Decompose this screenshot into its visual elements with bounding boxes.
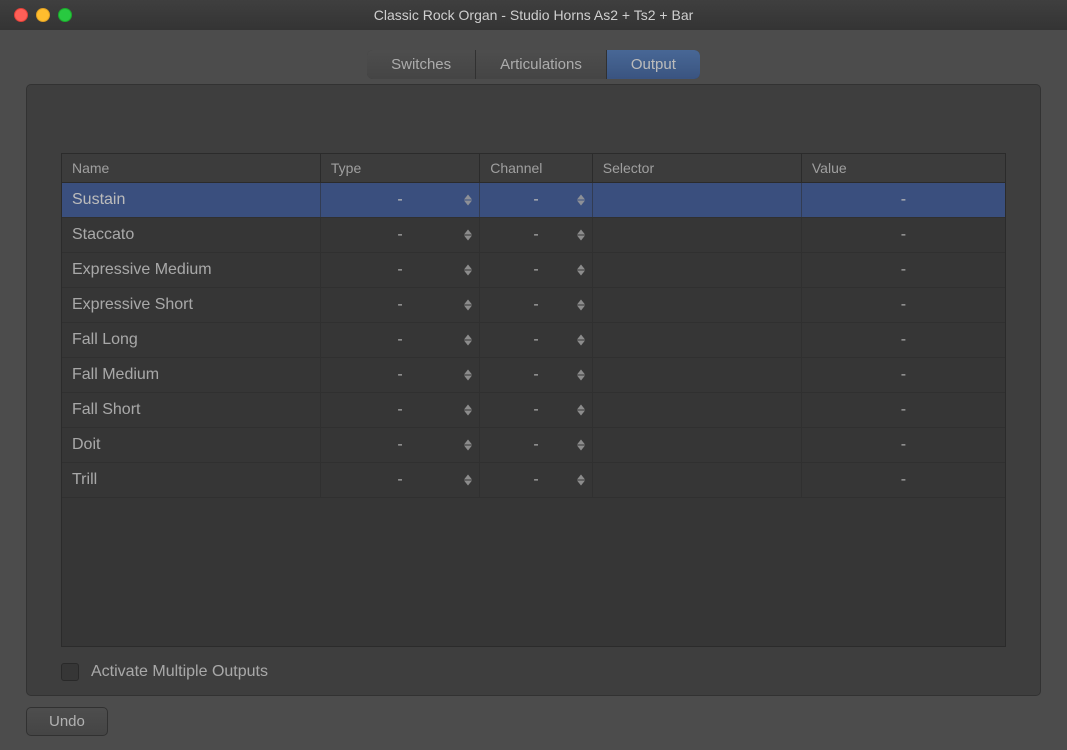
table-row[interactable]: Expressive Short--- — [62, 288, 1005, 323]
column-value[interactable]: Value — [802, 154, 1005, 182]
table-row[interactable]: Doit--- — [62, 428, 1005, 463]
column-selector[interactable]: Selector — [593, 154, 802, 182]
cell-type-popup[interactable]: - — [321, 393, 480, 427]
stepper-icon[interactable] — [463, 370, 473, 381]
output-panel: Name Type Channel Selector Value Sustain… — [26, 84, 1041, 696]
output-table: Name Type Channel Selector Value Sustain… — [61, 153, 1006, 647]
cell-channel-popup[interactable]: - — [480, 428, 593, 462]
cell-type-popup[interactable]: - — [321, 218, 480, 252]
cell-selector[interactable] — [593, 393, 802, 427]
column-name[interactable]: Name — [62, 154, 321, 182]
cell-channel-popup[interactable]: - — [480, 323, 593, 357]
table-row[interactable]: Fall Long--- — [62, 323, 1005, 358]
table-row[interactable]: Fall Short--- — [62, 393, 1005, 428]
cell-name[interactable]: Fall Short — [62, 393, 321, 427]
cell-type-popup[interactable]: - — [321, 463, 480, 497]
stepper-icon[interactable] — [576, 335, 586, 346]
cell-channel-popup[interactable]: - — [480, 253, 593, 287]
table-row[interactable]: Staccato--- — [62, 218, 1005, 253]
stepper-icon[interactable] — [576, 475, 586, 486]
zoom-icon[interactable] — [58, 8, 72, 22]
cell-channel-popup[interactable]: - — [480, 288, 593, 322]
cell-channel-popup[interactable]: - — [480, 393, 593, 427]
stepper-icon[interactable] — [463, 230, 473, 241]
cell-type-popup[interactable]: - — [321, 323, 480, 357]
tab-switches[interactable]: Switches — [367, 50, 476, 79]
stepper-icon[interactable] — [576, 370, 586, 381]
cell-name[interactable]: Staccato — [62, 218, 321, 252]
cell-type-popup[interactable]: - — [321, 288, 480, 322]
tab-articulations[interactable]: Articulations — [476, 50, 607, 79]
cell-value[interactable]: - — [802, 428, 1005, 462]
cell-value[interactable]: - — [802, 323, 1005, 357]
cell-selector[interactable] — [593, 358, 802, 392]
cell-selector[interactable] — [593, 183, 802, 217]
table-row[interactable]: Trill--- — [62, 463, 1005, 498]
cell-value[interactable]: - — [802, 463, 1005, 497]
cell-type-popup[interactable]: - — [321, 253, 480, 287]
cell-name[interactable]: Fall Long — [62, 323, 321, 357]
cell-selector[interactable] — [593, 428, 802, 462]
cell-type-popup[interactable]: - — [321, 183, 480, 217]
cell-type-popup[interactable]: - — [321, 358, 480, 392]
cell-name[interactable]: Expressive Medium — [62, 253, 321, 287]
activate-multiple-outputs-label: Activate Multiple Outputs — [91, 663, 268, 681]
cell-selector[interactable] — [593, 323, 802, 357]
close-icon[interactable] — [14, 8, 28, 22]
stepper-icon[interactable] — [576, 195, 586, 206]
cell-channel-popup[interactable]: - — [480, 358, 593, 392]
cell-value[interactable]: - — [802, 358, 1005, 392]
stepper-icon[interactable] — [576, 405, 586, 416]
cell-selector[interactable] — [593, 288, 802, 322]
stepper-icon[interactable] — [463, 195, 473, 206]
cell-channel-popup[interactable]: - — [480, 183, 593, 217]
cell-value[interactable]: - — [802, 218, 1005, 252]
column-channel[interactable]: Channel — [480, 154, 593, 182]
table-row[interactable]: Fall Medium--- — [62, 358, 1005, 393]
stepper-icon[interactable] — [576, 230, 586, 241]
stepper-icon[interactable] — [576, 440, 586, 451]
traffic-lights — [0, 8, 72, 22]
tab-output[interactable]: Output — [607, 50, 700, 79]
minimize-icon[interactable] — [36, 8, 50, 22]
cell-name[interactable]: Fall Medium — [62, 358, 321, 392]
app-window: Classic Rock Organ - Studio Horns As2 + … — [0, 0, 1067, 750]
cell-selector[interactable] — [593, 463, 802, 497]
stepper-icon[interactable] — [463, 475, 473, 486]
table-header: Name Type Channel Selector Value — [62, 154, 1005, 183]
cell-type-popup[interactable]: - — [321, 428, 480, 462]
stepper-icon[interactable] — [463, 405, 473, 416]
cell-name[interactable]: Doit — [62, 428, 321, 462]
activate-multiple-outputs-checkbox[interactable] — [61, 663, 79, 681]
cell-channel-popup[interactable]: - — [480, 218, 593, 252]
stepper-icon[interactable] — [463, 440, 473, 451]
stepper-icon[interactable] — [463, 265, 473, 276]
cell-name[interactable]: Sustain — [62, 183, 321, 217]
stepper-icon[interactable] — [576, 300, 586, 311]
tab-bar: Switches Articulations Output — [0, 50, 1067, 79]
cell-selector[interactable] — [593, 218, 802, 252]
cell-channel-popup[interactable]: - — [480, 463, 593, 497]
cell-value[interactable]: - — [802, 288, 1005, 322]
activate-multiple-outputs-row: Activate Multiple Outputs — [61, 663, 1006, 681]
table-row[interactable]: Sustain--- — [62, 183, 1005, 218]
cell-name[interactable]: Trill — [62, 463, 321, 497]
undo-button[interactable]: Undo — [26, 707, 108, 736]
stepper-icon[interactable] — [576, 265, 586, 276]
stepper-icon[interactable] — [463, 300, 473, 311]
cell-value[interactable]: - — [802, 393, 1005, 427]
table-body: Sustain---Staccato---Expressive Medium--… — [62, 183, 1005, 498]
cell-value[interactable]: - — [802, 253, 1005, 287]
titlebar: Classic Rock Organ - Studio Horns As2 + … — [0, 0, 1067, 31]
content: Switches Articulations Output Name Type … — [0, 30, 1067, 750]
cell-name[interactable]: Expressive Short — [62, 288, 321, 322]
tab-group: Switches Articulations Output — [367, 50, 700, 79]
cell-selector[interactable] — [593, 253, 802, 287]
window-title: Classic Rock Organ - Studio Horns As2 + … — [0, 0, 1067, 30]
table-row[interactable]: Expressive Medium--- — [62, 253, 1005, 288]
stepper-icon[interactable] — [463, 335, 473, 346]
cell-value[interactable]: - — [802, 183, 1005, 217]
column-type[interactable]: Type — [321, 154, 480, 182]
